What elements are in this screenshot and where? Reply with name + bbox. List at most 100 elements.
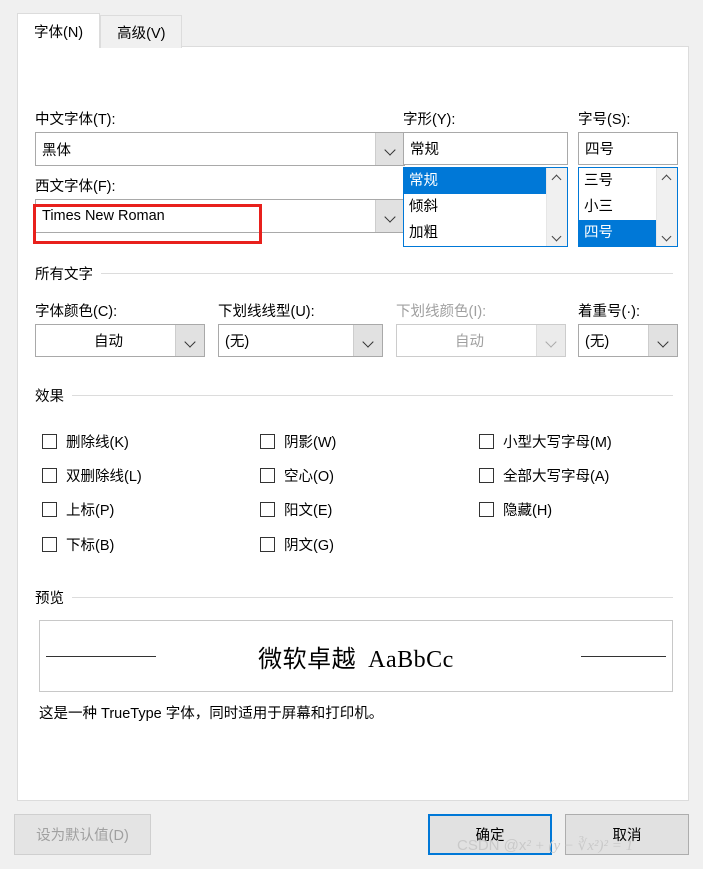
checkbox-strikethrough[interactable]: 删除线(K): [42, 431, 129, 452]
font-style-label: 字形(Y):: [403, 112, 456, 128]
font-size-scrollbar[interactable]: [656, 168, 677, 246]
font-size-list-items: 三号 小三 四号: [579, 168, 656, 246]
font-color-combo[interactable]: 自动: [35, 324, 205, 357]
western-font-dropdown-button[interactable]: [375, 200, 404, 232]
all-text-group-title: 所有文字: [35, 267, 93, 283]
tab-advanced[interactable]: 高级(V): [100, 15, 183, 48]
preview-sample-cjk: 微软卓越: [258, 644, 357, 673]
tabstrip: 字体(N) 高级(V): [17, 13, 183, 48]
checkbox-box[interactable]: [42, 502, 57, 517]
checkbox-label: 下标(B): [66, 538, 115, 554]
watermark-formula: ² + (y − ∛x²)² = 1: [526, 838, 634, 854]
font-description: 这是一种 TrueType 字体，同时适用于屏幕和打印机。: [39, 706, 384, 722]
western-font-value: Times New Roman: [42, 208, 165, 224]
preview-rule-right: [581, 656, 666, 657]
list-item[interactable]: 小三: [579, 194, 656, 220]
checkbox-hidden[interactable]: 隐藏(H): [479, 499, 552, 520]
csdn-watermark: CSDN @x² + (y − ∛x²)² = 1: [457, 836, 633, 855]
underline-color-value: 自动: [455, 334, 484, 350]
western-font-combo[interactable]: Times New Roman: [35, 199, 405, 233]
checkbox-label: 删除线(K): [66, 435, 129, 451]
checkbox-box[interactable]: [260, 434, 275, 449]
checkbox-double-strikethrough[interactable]: 双删除线(L): [42, 465, 142, 486]
checkbox-box[interactable]: [42, 434, 57, 449]
checkbox-box[interactable]: [42, 468, 57, 483]
group-divider: [72, 395, 673, 396]
emphasis-mark-label: 着重号(·):: [578, 304, 641, 320]
chinese-font-dropdown-button[interactable]: [375, 133, 404, 165]
tab-font[interactable]: 字体(N): [17, 13, 101, 48]
checkbox-subscript[interactable]: 下标(B): [42, 534, 114, 555]
chevron-down-icon: [663, 233, 671, 241]
checkbox-label: 小型大写字母(M): [503, 435, 612, 451]
checkbox-label: 双删除线(L): [66, 469, 142, 485]
scroll-down-button[interactable]: [547, 228, 567, 246]
chevron-up-icon: [553, 173, 561, 181]
preview-group-title: 预览: [35, 591, 64, 607]
checkbox-label: 阴影(W): [284, 435, 337, 451]
checkbox-box[interactable]: [42, 537, 57, 552]
underline-style-label: 下划线线型(U):: [218, 304, 315, 320]
font-size-listbox[interactable]: 三号 小三 四号: [578, 167, 678, 247]
font-size-label: 字号(S):: [578, 112, 631, 128]
checkbox-label: 阳文(E): [284, 503, 333, 519]
checkbox-all-caps[interactable]: 全部大写字母(A): [479, 465, 609, 486]
font-style-input[interactable]: 常规: [403, 132, 568, 165]
effects-group-title: 效果: [35, 389, 64, 405]
scroll-up-button[interactable]: [547, 168, 567, 186]
checkbox-box[interactable]: [260, 468, 275, 483]
checkbox-label: 阴文(G): [284, 538, 334, 554]
effects-group-header: 效果: [35, 385, 673, 406]
checkbox-box[interactable]: [260, 502, 275, 517]
underline-style-combo[interactable]: (无): [218, 324, 383, 357]
emphasis-mark-value: (无): [585, 334, 610, 350]
list-item[interactable]: 加粗: [404, 220, 546, 246]
underline-color-dropdown-button: [536, 325, 565, 356]
checkbox-superscript[interactable]: 上标(P): [42, 499, 114, 520]
scroll-down-button[interactable]: [657, 228, 677, 246]
checkbox-box[interactable]: [479, 468, 494, 483]
underline-color-label: 下划线颜色(I):: [396, 304, 487, 320]
font-color-label: 字体颜色(C):: [35, 304, 118, 320]
list-item[interactable]: 三号: [579, 168, 656, 194]
checkbox-box[interactable]: [479, 502, 494, 517]
font-color-value: 自动: [94, 334, 123, 350]
underline-style-dropdown-button[interactable]: [353, 325, 382, 356]
checkbox-box[interactable]: [260, 537, 275, 552]
checkbox-outline[interactable]: 空心(O): [260, 465, 334, 486]
emphasis-mark-combo[interactable]: (无): [578, 324, 678, 357]
all-text-group-header: 所有文字: [35, 263, 673, 284]
chevron-down-icon: [385, 146, 395, 152]
list-item[interactable]: 倾斜: [404, 194, 546, 220]
checkbox-label: 隐藏(H): [503, 503, 553, 519]
underline-color-combo: 自动: [396, 324, 566, 357]
checkbox-emboss[interactable]: 阳文(E): [260, 499, 332, 520]
checkbox-shadow[interactable]: 阴影(W): [260, 431, 336, 452]
group-divider: [101, 273, 673, 274]
font-size-value: 四号: [585, 142, 614, 158]
emphasis-mark-dropdown-button[interactable]: [648, 325, 677, 356]
chevron-down-icon: [658, 338, 668, 344]
font-style-scrollbar[interactable]: [546, 168, 567, 246]
western-font-label: 西文字体(F):: [35, 179, 116, 195]
list-item[interactable]: 四号: [579, 220, 656, 246]
list-item[interactable]: 常规: [404, 168, 546, 194]
preview-sample-latin: AaBbCc: [368, 646, 454, 673]
checkbox-engrave[interactable]: 阴文(G): [260, 534, 334, 555]
group-divider: [72, 597, 673, 598]
checkbox-box[interactable]: [479, 434, 494, 449]
font-style-value: 常规: [410, 142, 439, 158]
chinese-font-combo[interactable]: 黑体: [35, 132, 405, 166]
checkbox-small-caps[interactable]: 小型大写字母(M): [479, 431, 612, 452]
font-size-input[interactable]: 四号: [578, 132, 678, 165]
font-preview-box: 微软卓越 AaBbCc: [39, 620, 673, 692]
checkbox-label: 空心(O): [284, 469, 334, 485]
chevron-up-icon: [663, 173, 671, 181]
font-style-listbox[interactable]: 常规 倾斜 加粗: [403, 167, 568, 247]
font-color-dropdown-button[interactable]: [175, 325, 204, 356]
set-as-default-button[interactable]: 设为默认值(D): [14, 814, 151, 855]
font-dialog-panel: 中文字体(T): 黑体 西文字体(F): Times New Roman 字形(…: [17, 46, 689, 801]
scroll-up-button[interactable]: [657, 168, 677, 186]
set-as-default-label: 设为默认值(D): [36, 828, 129, 844]
chinese-font-label: 中文字体(T):: [35, 112, 116, 128]
